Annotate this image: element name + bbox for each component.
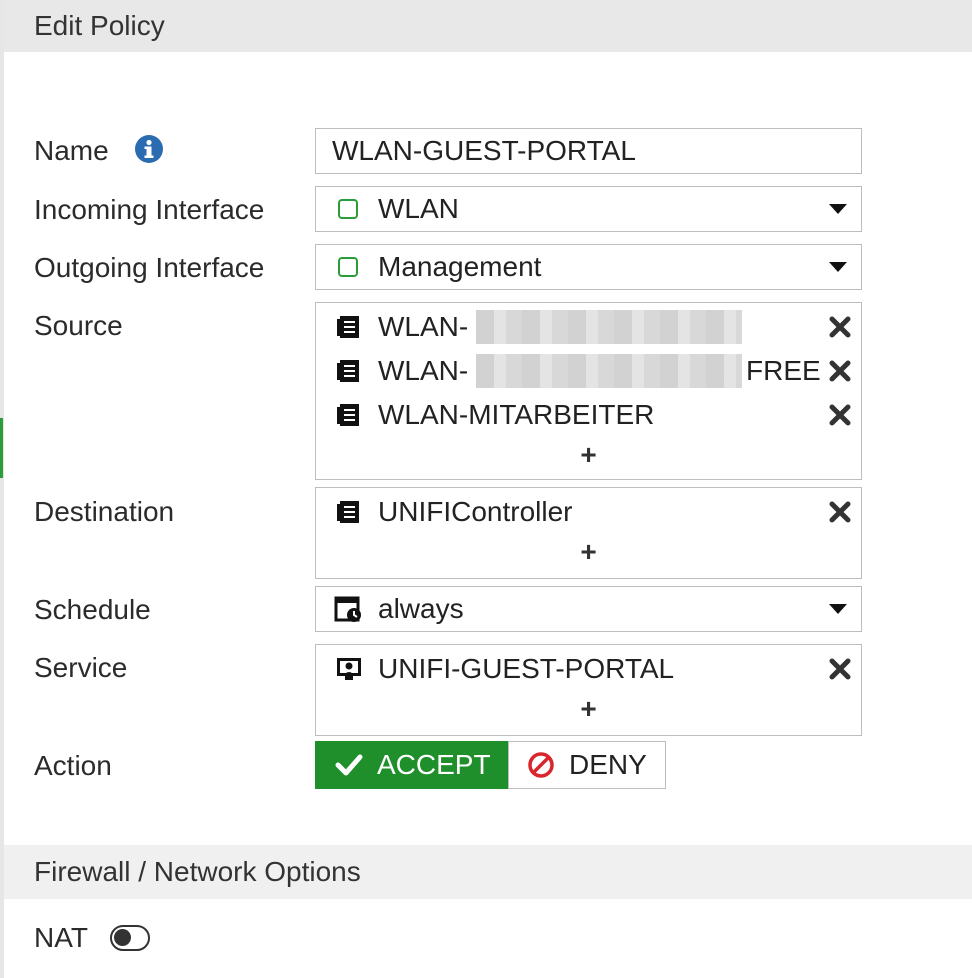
edit-policy-header: Edit Policy <box>4 0 972 52</box>
address-icon <box>337 404 359 426</box>
deny-button[interactable]: DENY <box>508 741 666 789</box>
name-label-text: Name <box>34 135 109 166</box>
incoming-interface-label: Incoming Interface <box>34 194 265 225</box>
list-item: UNIFI-GUEST-PORTAL <box>316 649 861 689</box>
interface-icon <box>338 257 358 277</box>
name-label: Name <box>34 134 164 167</box>
schedule-icon <box>334 596 361 622</box>
close-icon[interactable] <box>829 658 851 680</box>
chevron-down-icon <box>829 204 847 214</box>
source-item-1: WLAN- <box>378 311 469 342</box>
list-item: WLAN- FREE <box>316 351 861 391</box>
source-item-3: WLAN-MITARBEITER <box>378 399 655 430</box>
accept-button[interactable]: ACCEPT <box>315 741 508 789</box>
left-border <box>0 0 4 978</box>
left-accent-bar <box>0 418 3 478</box>
address-icon <box>337 316 359 338</box>
add-destination-button[interactable]: + <box>316 536 861 568</box>
list-item: WLAN-MITARBEITER <box>316 395 861 435</box>
service-list[interactable]: UNIFI-GUEST-PORTAL + <box>315 644 862 736</box>
firewall-options-title: Firewall / Network Options <box>34 856 361 887</box>
source-label: Source <box>34 310 123 341</box>
service-item-1: UNIFI-GUEST-PORTAL <box>378 653 675 684</box>
outgoing-interface-select[interactable]: Management <box>315 244 862 290</box>
edit-policy-title: Edit Policy <box>34 10 165 41</box>
service-icon <box>337 658 361 680</box>
source-list[interactable]: WLAN- WLAN- FREE WLAN-MITARBEITER + <box>315 302 862 480</box>
close-icon[interactable] <box>829 501 851 523</box>
source-item-2-suffix: FREE <box>746 355 821 386</box>
address-icon <box>337 360 359 382</box>
source-item-2: WLAN- <box>378 355 469 386</box>
close-icon[interactable] <box>829 360 851 382</box>
schedule-value: always <box>378 593 464 624</box>
destination-label: Destination <box>34 496 175 527</box>
action-label: Action <box>34 750 112 781</box>
list-item: UNIFIController <box>316 492 861 532</box>
close-icon[interactable] <box>829 404 851 426</box>
service-label: Service <box>34 652 128 683</box>
destination-list[interactable]: UNIFIController + <box>315 487 862 579</box>
nat-toggle-knob <box>114 929 131 946</box>
incoming-interface-value: WLAN <box>378 193 459 224</box>
chevron-down-icon <box>829 604 847 614</box>
name-input-value: WLAN-GUEST-PORTAL <box>332 135 636 166</box>
deny-label: DENY <box>569 749 647 780</box>
block-icon <box>528 752 554 778</box>
add-source-button[interactable]: + <box>316 439 861 471</box>
check-icon <box>335 754 363 776</box>
redaction-blur <box>476 310 742 344</box>
incoming-interface-select[interactable]: WLAN <box>315 186 862 232</box>
name-input[interactable]: WLAN-GUEST-PORTAL <box>315 128 862 174</box>
outgoing-interface-label: Outgoing Interface <box>34 252 265 283</box>
info-icon[interactable] <box>134 134 164 164</box>
address-icon <box>337 501 359 523</box>
accept-label: ACCEPT <box>377 749 491 780</box>
close-icon[interactable] <box>829 316 851 338</box>
list-item: WLAN- <box>316 307 861 347</box>
add-service-button[interactable]: + <box>316 693 861 725</box>
firewall-options-header: Firewall / Network Options <box>4 845 972 899</box>
nat-toggle[interactable] <box>110 925 150 951</box>
chevron-down-icon <box>829 262 847 272</box>
redaction-blur <box>476 354 742 388</box>
schedule-select[interactable]: always <box>315 586 862 632</box>
schedule-label: Schedule <box>34 594 151 625</box>
destination-item-1: UNIFIController <box>378 496 573 527</box>
outgoing-interface-value: Management <box>378 251 542 282</box>
nat-label: NAT <box>34 922 88 953</box>
interface-icon <box>338 199 358 219</box>
